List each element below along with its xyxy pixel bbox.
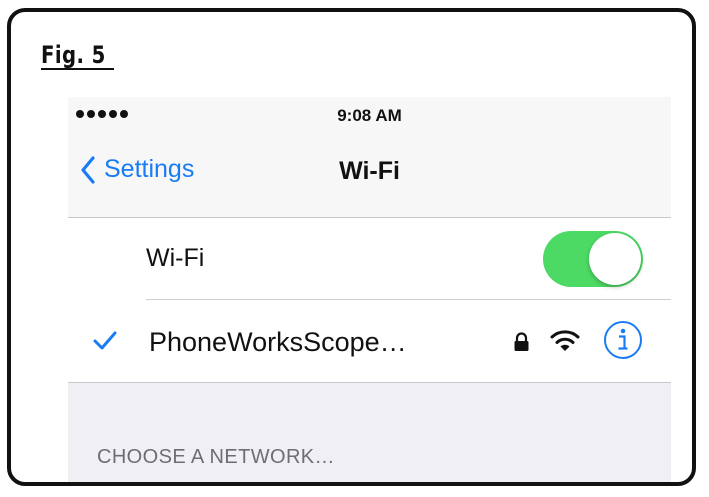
wifi-toggle-row: Wi-Fi <box>68 218 671 300</box>
checkmark-icon <box>93 331 117 350</box>
info-icon[interactable] <box>603 320 643 360</box>
navigation-bar: Settings Wi-Fi <box>68 135 671 218</box>
choose-network-header: CHOOSE A NETWORK… <box>97 446 335 468</box>
wifi-toggle-switch[interactable] <box>543 231 643 287</box>
wifi-toggle-label: Wi-Fi <box>146 244 205 272</box>
figure-label: Fig. 5 <box>41 42 114 70</box>
status-time: 9:08 AM <box>337 106 402 125</box>
phone-screen: 9:08 AM Settings Wi-Fi Wi-Fi PhoneWorksS… <box>68 97 671 482</box>
toggle-knob <box>589 233 641 285</box>
connected-network-row[interactable]: PhoneWorksScope… <box>68 300 671 383</box>
lock-icon <box>514 332 529 351</box>
wifi-settings-list: Wi-Fi PhoneWorksScope… <box>68 218 671 383</box>
figure-frame: Fig. 5 9:08 AM Settings Wi-Fi Wi-Fi Phon… <box>7 8 696 486</box>
status-bar: 9:08 AM <box>68 97 671 135</box>
page-title: Wi-Fi <box>339 157 400 185</box>
wifi-icon <box>550 330 580 351</box>
network-name: PhoneWorksScope… <box>149 327 407 357</box>
